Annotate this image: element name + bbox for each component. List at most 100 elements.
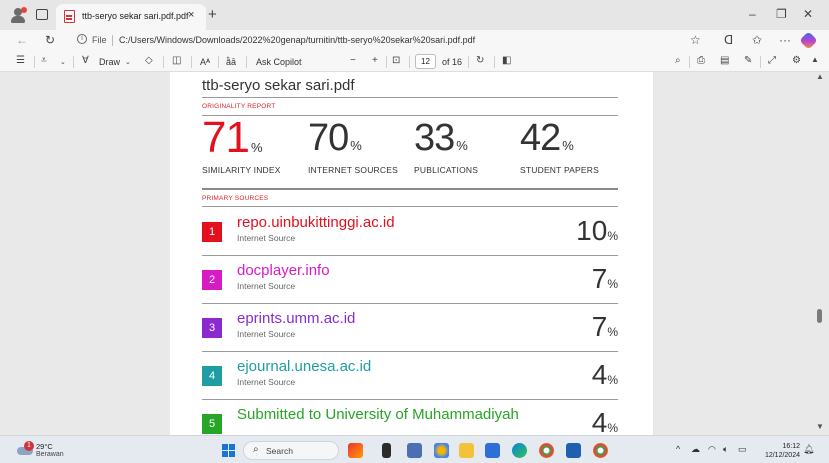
page-total: of 16 [442, 57, 463, 67]
ask-copilot-button[interactable]: Ask Copilot [256, 57, 302, 67]
source-percentage: 4% [592, 407, 618, 435]
minimize-button[interactable]: – [749, 7, 756, 21]
save-as-icon[interactable]: ✎ [744, 55, 752, 66]
internet-value: 70 [308, 117, 349, 159]
clock-date: 12/12/2024 [764, 452, 800, 459]
chevron-down-icon[interactable]: ⌄ [60, 58, 66, 66]
new-tab-button[interactable]: + [208, 6, 217, 23]
stat-similarity: 71% [202, 113, 263, 162]
app-outlook-icon[interactable] [566, 443, 581, 458]
source-row[interactable]: 5 Submitted to University of Muhammadiyah… [202, 400, 618, 435]
student-value: 42 [520, 117, 561, 159]
source-percentage-unit: % [607, 229, 618, 243]
source-rank-badge: 3 [202, 318, 222, 338]
more-menu-icon[interactable]: ··· [779, 33, 791, 47]
source-name-link[interactable]: repo.uinbukittinggi.ac.id [237, 214, 395, 231]
source-rank-badge: 4 [202, 366, 222, 386]
eraser-icon[interactable]: ◇ [145, 55, 153, 66]
notification-bell-icon[interactable]: 🔔︎ [803, 444, 814, 455]
zoom-out-button[interactable]: − [350, 55, 356, 66]
pdf-toolbar: ☰ ⩡ ⌄ ∀ Draw ⌄ ◇ ◫ Aᴬ ã̂ā Ask Copilot − … [0, 52, 829, 72]
contents-icon[interactable]: ☰ [16, 55, 25, 66]
search-icon[interactable]: ⌕ [675, 55, 681, 66]
tab-actions-icon[interactable] [36, 9, 48, 20]
onedrive-icon[interactable]: ☁ [691, 444, 700, 455]
site-info-icon[interactable]: i [77, 34, 87, 44]
source-row[interactable]: 2 docplayer.info Internet Source 7% [202, 256, 618, 304]
draw-icon[interactable]: ∀ [82, 55, 89, 66]
favorite-star-icon[interactable]: ☆ [690, 33, 701, 47]
stat-student: 42% [520, 117, 574, 159]
save-icon[interactable]: ▤ [720, 55, 729, 66]
source-name-link[interactable]: Submitted to University of Muhammadiyah [237, 406, 519, 423]
tab-close-button[interactable]: × [188, 9, 194, 21]
publications-label: PUBLICATIONS [414, 165, 479, 175]
windows-start-icon[interactable] [222, 444, 236, 458]
taskbar: 1 29°C Berawan ⌕ Search ^ ☁ ◠ 🔈︎ ▭ 16:12… [0, 435, 829, 463]
source-row[interactable]: 4 ejournal.unesa.ac.id Internet Source 4% [202, 352, 618, 400]
zoom-in-button[interactable]: + [372, 55, 378, 66]
fullscreen-icon[interactable]: ⤢ [768, 55, 776, 66]
print-icon[interactable]: ⎙ [697, 55, 705, 66]
vertical-scrollbar[interactable]: ▲ ▼ [811, 72, 829, 435]
pdf-viewer[interactable]: ttb-seryo sekar sari.pdf ORIGINALITY REP… [0, 72, 829, 435]
scroll-up-icon[interactable]: ▲ [811, 55, 819, 64]
app-teams-icon[interactable] [407, 443, 422, 458]
clock[interactable]: 16:12 12/12/2024 [765, 442, 800, 460]
temperature: 29°C [36, 442, 53, 451]
page-number-input[interactable]: 12 [415, 54, 436, 69]
chrome-icon[interactable] [539, 443, 554, 458]
battery-icon[interactable]: ▭ [738, 444, 747, 455]
reload-button[interactable]: ↻ [45, 33, 55, 47]
source-name-link[interactable]: docplayer.info [237, 262, 330, 279]
scrollbar-thumb[interactable] [817, 309, 822, 323]
edge-browser-icon[interactable] [512, 443, 527, 458]
app-copilot-icon[interactable] [434, 443, 449, 458]
file-label: File [92, 35, 107, 45]
chrome-profile-icon[interactable] [593, 443, 608, 458]
source-percentage: 10% [576, 215, 618, 247]
file-explorer-icon[interactable] [459, 443, 474, 458]
source-rank-badge: 1 [202, 222, 222, 242]
favorites-icon[interactable]: ✩ [752, 33, 762, 47]
translate-icon[interactable]: ã̂ā [226, 57, 236, 67]
profile-icon[interactable] [10, 7, 27, 23]
settings-gear-icon[interactable]: ⚙ [792, 55, 801, 66]
rotate-icon[interactable]: ↻ [476, 55, 484, 66]
source-name-link[interactable]: eprints.umm.ac.id [237, 310, 355, 327]
source-type: Internet Source [237, 233, 296, 243]
extensions-icon[interactable]: ᗡ [724, 33, 733, 47]
show-hidden-icons-chevron-icon[interactable]: ^ [676, 444, 680, 454]
source-percentage-unit: % [607, 325, 618, 339]
task-view-icon[interactable] [382, 443, 391, 458]
back-button[interactable]: ← [16, 33, 28, 47]
volume-icon[interactable]: 🔈︎ [723, 444, 728, 455]
student-label: STUDENT PAPERS [520, 165, 600, 175]
page-view-icon[interactable]: ◧ [502, 55, 511, 66]
stat-publications: 33% [414, 117, 468, 159]
source-row[interactable]: 3 eprints.umm.ac.id Internet Source 7% [202, 304, 618, 352]
draw-button[interactable]: Draw [99, 57, 120, 67]
source-type: Internet Source [237, 377, 296, 387]
read-aloud-button[interactable]: Aᴬ [200, 57, 210, 67]
view-icon[interactable]: ◫ [172, 55, 181, 66]
restore-button[interactable]: ❐ [776, 7, 787, 21]
source-name-link[interactable]: ejournal.unesa.ac.id [237, 358, 371, 375]
fit-page-icon[interactable]: ⊡ [392, 55, 400, 66]
source-percentage-value: 7 [591, 311, 608, 342]
title-bar: ttb-seryo sekar sari.pdf.pdf × + – ❐ ✕ [0, 0, 829, 30]
app-game-icon[interactable] [348, 443, 363, 458]
scroll-up-arrow-icon[interactable]: ▲ [816, 72, 824, 81]
source-row[interactable]: 1 repo.uinbukittinggi.ac.id Internet Sourc… [202, 208, 618, 256]
draw-chevron-icon[interactable]: ⌄ [125, 58, 131, 66]
wifi-icon[interactable]: ◠ [708, 444, 716, 455]
tab-pdf[interactable]: ttb-seryo sekar sari.pdf.pdf × [56, 4, 206, 30]
search-placeholder: Search [266, 446, 293, 456]
scroll-down-arrow-icon[interactable]: ▼ [816, 422, 824, 431]
weather-icon[interactable]: 1 [17, 441, 34, 455]
app-store-icon[interactable] [485, 443, 500, 458]
url-field[interactable]: C:/Users/Windows/Downloads/2022%20genap/… [119, 35, 475, 45]
filter-icon[interactable]: ⩡ [41, 55, 47, 66]
close-window-button[interactable]: ✕ [803, 7, 813, 21]
taskbar-search[interactable]: ⌕ Search [243, 441, 339, 460]
